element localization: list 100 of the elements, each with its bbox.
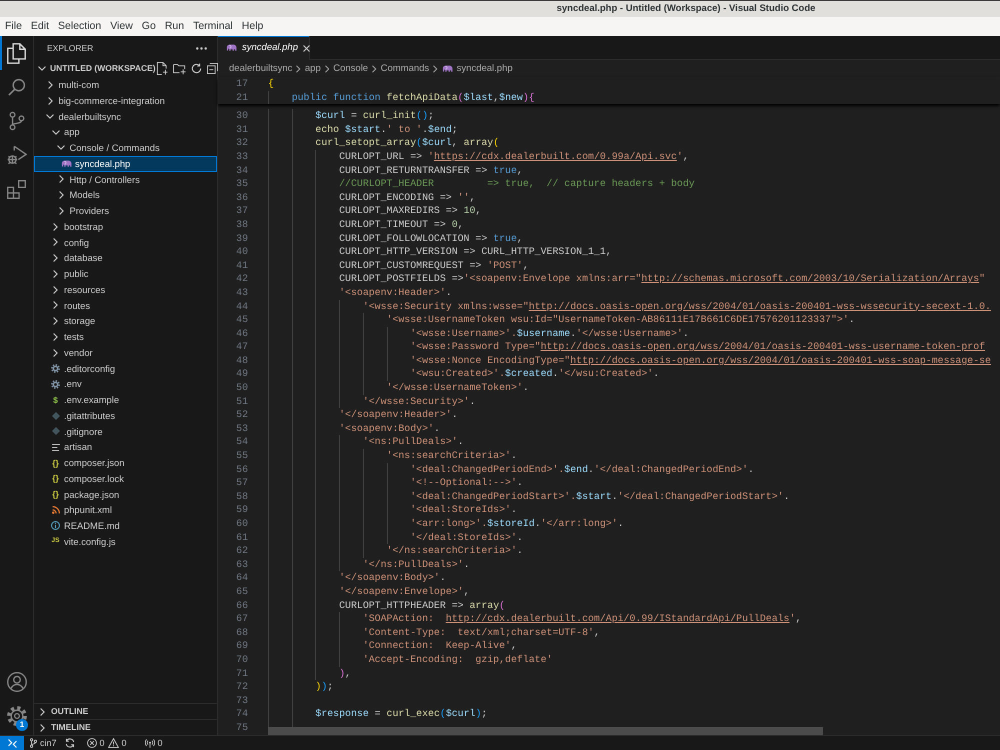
code-line: '<wsse:Password Type="http://docs.oasis-open.org/wss/2004/01/oasis-200401-wss-username-token-prof xyxy=(410,340,986,354)
line-number: 36 xyxy=(236,190,248,204)
close-icon[interactable] xyxy=(302,44,310,52)
tree-item[interactable]: phpunit.xml xyxy=(34,502,217,518)
code-line: '<deal:ChangedPeriodStart>'.$start.'</deal:ChangedPeriodStart>'. xyxy=(410,490,790,504)
tree-item[interactable]: public xyxy=(34,266,217,282)
tree-item[interactable]: storage xyxy=(34,313,217,329)
breadcrumb-item[interactable]: syncdeal.php xyxy=(442,62,513,74)
menu-item[interactable]: Terminal xyxy=(188,19,238,34)
line-number: 60 xyxy=(236,517,248,531)
menu-item[interactable]: Edit xyxy=(26,19,54,34)
tree-item[interactable]: Console / Commands xyxy=(34,140,217,156)
tree-item[interactable]: multi-com xyxy=(34,77,217,93)
workspace-header[interactable]: UNTITLED (WORKSPACE) xyxy=(37,63,156,74)
braces-glyph: {} xyxy=(52,490,59,499)
branch-status[interactable]: cin7 xyxy=(26,736,61,750)
code-line: CURLOPT_RETURNTRANSFER => true, xyxy=(339,164,523,178)
code-line: '<wsse:Username>'.$username.'</wsse:Username>'. xyxy=(410,326,689,340)
code-line: '<deal:ChangedPeriodEnd>'.$end.'</deal:ChangedPeriodEnd>'. xyxy=(410,462,754,476)
breadcrumb-item[interactable]: Commands xyxy=(380,62,430,74)
code-line: '</soapenv:Header>'. xyxy=(339,408,458,422)
tree-item[interactable]: config xyxy=(34,234,217,250)
tree-item[interactable]: .gitattributes xyxy=(34,408,217,424)
sidebar-title: EXPLORER xyxy=(47,42,94,54)
tree-item[interactable]: {} package.json xyxy=(34,486,217,502)
line-number: 49 xyxy=(236,367,248,382)
code-line: 'Content-Type: text/xml;charset=UTF-8', xyxy=(362,626,600,640)
scrollbar-thumb[interactable] xyxy=(268,727,823,735)
code-line: '</soapenv:Body>'. xyxy=(339,571,446,585)
code-line: //CURLOPT_HEADER => true, // capture headers + body xyxy=(339,177,695,191)
tree-item[interactable]: database xyxy=(34,250,217,266)
line-number: 52 xyxy=(236,408,248,422)
code-line: '<soapenv:Header>'. xyxy=(339,286,452,300)
section-header[interactable]: OUTLINE xyxy=(34,703,217,719)
line-number: 34 xyxy=(236,164,248,178)
source-control-icon xyxy=(8,111,24,131)
breadcrumb-item[interactable]: Console xyxy=(333,62,368,74)
ports-status[interactable]: 0 xyxy=(140,736,167,750)
tree-item[interactable]: .env xyxy=(34,376,217,392)
tree-item[interactable]: .gitignore xyxy=(34,424,217,440)
code-line: '</wsse:UsernameToken>'. xyxy=(386,381,529,395)
tree-item[interactable]: Models xyxy=(34,187,217,203)
tree-item[interactable]: app xyxy=(34,124,217,140)
tree-item[interactable]: big-commerce-integration xyxy=(34,92,217,108)
menu-item[interactable]: File xyxy=(0,19,26,34)
remote-button[interactable] xyxy=(0,736,24,750)
tree-item[interactable]: syncdeal.php xyxy=(34,156,217,172)
line-number: 55 xyxy=(236,449,248,463)
refresh-icon[interactable] xyxy=(190,63,202,74)
menu-item[interactable]: Go xyxy=(137,19,160,34)
tree-item[interactable]: routes xyxy=(34,298,217,314)
tree-item[interactable]: {} composer.json xyxy=(34,455,217,471)
tree-item[interactable]: vendor xyxy=(34,344,217,360)
line-number: 38 xyxy=(236,218,248,232)
menu-item[interactable]: Selection xyxy=(54,19,106,34)
line-number: 39 xyxy=(236,232,248,246)
line-number: 21 xyxy=(236,90,248,104)
manage-button[interactable]: 1 xyxy=(0,699,33,733)
collapse-icon[interactable] xyxy=(206,63,218,74)
menu-item[interactable]: Help xyxy=(237,19,268,34)
code-line: CURLOPT_URL => 'https://cdx.dealerbuilt.com/0.99a/Api.svc', xyxy=(339,150,689,164)
tree-item[interactable]: artisan xyxy=(34,439,217,455)
tree-item[interactable]: tests xyxy=(34,329,217,345)
new-file-icon[interactable] xyxy=(156,62,168,75)
editor-tab[interactable]: syncdeal.php xyxy=(218,36,310,60)
info-icon xyxy=(51,521,60,530)
breadcrumb-item[interactable]: dealerbuiltsync xyxy=(229,62,292,74)
tree-item[interactable]: resources xyxy=(34,282,217,298)
code-line: $response = curl_exec($curl); xyxy=(315,707,488,721)
more-icon[interactable] xyxy=(196,46,207,50)
code-line: curl_setopt_array($curl, array( xyxy=(315,136,500,150)
menu-item[interactable]: View xyxy=(106,19,138,34)
tree-item[interactable]: .editorconfig xyxy=(34,360,217,376)
menu-item[interactable]: Run xyxy=(160,19,189,34)
line-number: 33 xyxy=(236,150,248,164)
code-line: '</deal:StoreIds>'. xyxy=(410,530,523,544)
line-number: 46 xyxy=(236,326,248,340)
line-number: 63 xyxy=(236,558,248,572)
tree-item[interactable]: $ .env.example xyxy=(34,392,217,408)
new-folder-icon[interactable] xyxy=(172,62,186,74)
tree-item[interactable]: Providers xyxy=(34,203,217,219)
code-line: 'SOAPAction: http://cdx.dealerbuilt.com/Api/0.99/IStandardApi/PullDeals', xyxy=(362,612,802,626)
line-number: 62 xyxy=(236,544,248,558)
line-number: 40 xyxy=(236,245,248,259)
tree-item[interactable]: Http / Controllers xyxy=(34,172,217,188)
breadcrumb-item[interactable]: app xyxy=(304,62,321,74)
elephant-icon xyxy=(442,64,453,72)
code-line: '</ns:searchCriteria>'. xyxy=(386,544,523,558)
sync-icon[interactable] xyxy=(64,738,75,748)
tree-item[interactable]: dealerbuiltsync xyxy=(34,108,217,124)
problems-status[interactable]: 0 0 xyxy=(82,736,131,750)
code-line: '<!--Optional:-->'. xyxy=(410,476,523,490)
line-number: 44 xyxy=(236,300,248,314)
tree-item[interactable]: {} composer.lock xyxy=(34,470,217,486)
tree-item[interactable]: bootstrap xyxy=(34,218,217,234)
dollar-glyph: $ xyxy=(53,396,58,404)
line-number: 58 xyxy=(236,490,248,504)
tree-item[interactable]: README.md xyxy=(34,518,217,534)
branch-icon xyxy=(30,738,37,748)
line-number: 69 xyxy=(236,639,248,653)
